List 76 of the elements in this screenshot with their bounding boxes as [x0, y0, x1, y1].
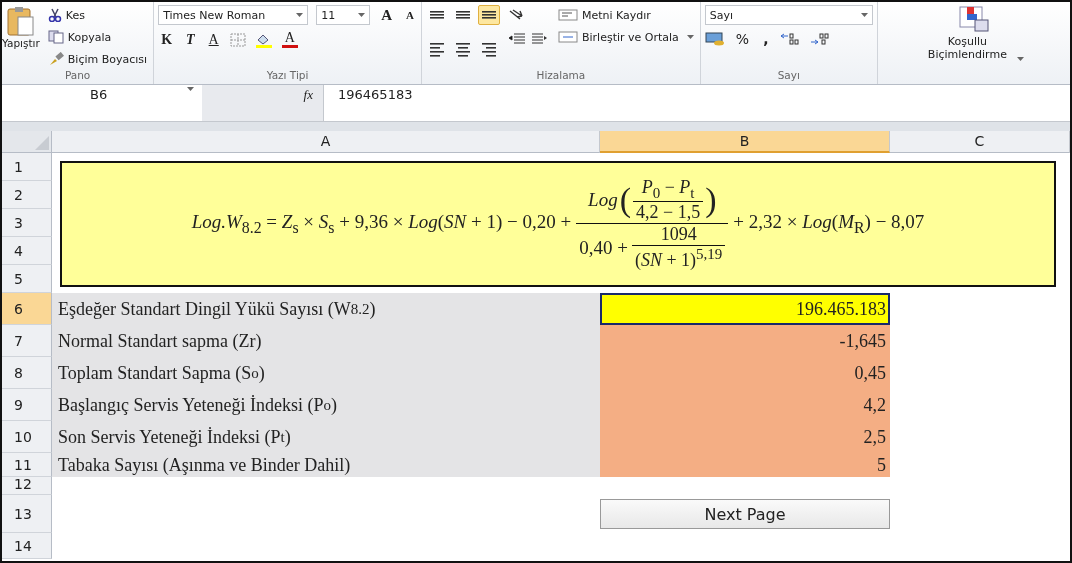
row-header[interactable]: 11 [2, 453, 52, 477]
caret-icon [686, 35, 694, 39]
group-label: Yazı Tipi [265, 69, 310, 83]
borders-icon [229, 32, 246, 47]
align-lines-icon [427, 42, 446, 58]
wrap-text-icon [557, 9, 578, 21]
label-cell: Tabaka Sayısı (Aşınma ve Binder Dahil) [52, 453, 600, 477]
conditional-formatting-icon [958, 6, 989, 32]
merge-cells-icon [557, 31, 578, 43]
value-cell[interactable]: 5 [600, 453, 890, 477]
row-header[interactable]: 13 [2, 495, 52, 533]
row-header[interactable]: 14 [2, 533, 52, 559]
group-label: Hizalama [535, 69, 587, 83]
value-cell[interactable]: 4,2 [600, 389, 890, 421]
value-cell[interactable]: 0,45 [600, 357, 890, 389]
row-header[interactable]: 5 [2, 265, 52, 293]
align-lines-icon [427, 10, 446, 20]
value-cell[interactable]: -1,645 [600, 325, 890, 357]
decrease-font-button[interactable]: A [403, 9, 417, 21]
row-header[interactable]: 8 [2, 357, 52, 389]
caret-icon [1016, 57, 1024, 61]
clipboard-icon [5, 5, 36, 37]
currency-icon [704, 32, 725, 46]
align-lines-icon [479, 10, 498, 20]
row-header[interactable]: 1 [2, 153, 52, 181]
align-lines-icon [479, 42, 498, 58]
paintbrush-icon [47, 52, 64, 66]
conditional-formatting-button[interactable]: Koşullu Biçimlendirme [923, 6, 1024, 61]
row-header[interactable]: 10 [2, 421, 52, 453]
italic-button[interactable]: T [183, 31, 198, 48]
insert-function-button[interactable]: fx [303, 87, 313, 103]
caret-icon [860, 13, 868, 17]
copy-icon [47, 30, 64, 44]
font-color-button[interactable]: A [281, 31, 298, 48]
clipboard-button[interactable]: Kopyala [45, 27, 150, 47]
clipboard-button[interactable]: Kes [45, 5, 150, 25]
row-header[interactable]: 2 [2, 181, 52, 209]
row-header[interactable]: 3 [2, 209, 52, 237]
merge-center-button[interactable]: Birleştir ve Ortala [555, 27, 696, 47]
column-header[interactable]: B [600, 131, 890, 153]
underline-button[interactable]: A [205, 31, 222, 48]
row-header[interactable]: 9 [2, 389, 52, 421]
value-cell[interactable]: 2,5 [600, 421, 890, 453]
percent-button[interactable]: % [732, 31, 753, 47]
caret-icon [187, 87, 194, 91]
group-label: Pano [63, 69, 92, 83]
value-cell[interactable]: 196.465.183 [600, 293, 890, 325]
align-lines-icon [453, 10, 472, 20]
column-header[interactable]: A [52, 131, 600, 153]
row-header[interactable]: 6 [2, 293, 52, 325]
caret-icon [358, 13, 366, 17]
indent-icon [507, 32, 548, 46]
bold-button[interactable]: K [158, 31, 176, 48]
increase-font-button[interactable]: A [378, 6, 395, 24]
clipboard-button[interactable]: Biçim Boyacısı [45, 49, 150, 69]
next-page-button[interactable]: Next Page [600, 499, 890, 529]
column-header[interactable]: C [890, 131, 1070, 153]
caret-icon [296, 13, 304, 17]
align-button[interactable] [477, 5, 500, 25]
paste-button[interactable]: Yapıştır [2, 5, 40, 69]
label-cell: Normal Standart sapma (Zr) [52, 325, 600, 357]
number-format-dropdown[interactable]: Sayı [704, 5, 873, 25]
row-header[interactable]: 7 [2, 325, 52, 357]
group-label: Sayı [776, 69, 801, 83]
font-size-dropdown[interactable]: 11 [316, 5, 371, 25]
align-lines-icon [453, 42, 472, 58]
comma-button[interactable]: , [760, 31, 772, 47]
wrap-text-button[interactable]: Metni Kaydır [555, 5, 696, 25]
row-header[interactable]: 12 [2, 477, 52, 495]
formula-input[interactable]: 196465183 [324, 85, 427, 121]
row-header[interactable]: 4 [2, 237, 52, 265]
name-box[interactable]: B6 [2, 85, 202, 121]
increase-decimal-icon [779, 32, 802, 46]
scissors-icon [47, 8, 62, 22]
font-family-dropdown[interactable]: Times New Roman [158, 5, 309, 25]
decrease-decimal-icon [809, 32, 832, 46]
